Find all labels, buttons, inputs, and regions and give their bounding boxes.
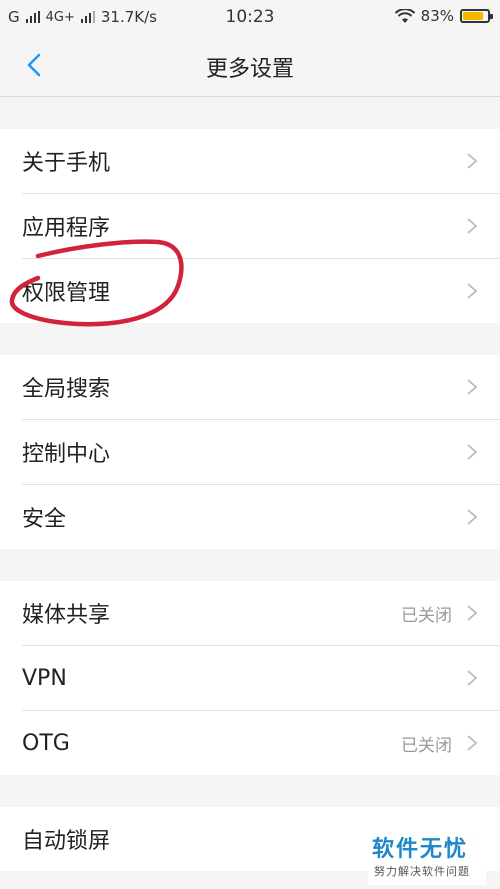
settings-item-label: 权限管理	[22, 281, 111, 306]
settings-item-applications[interactable]: 应用程序	[22, 194, 500, 259]
settings-item-vpn[interactable]: VPN	[22, 646, 500, 711]
battery-percent: 83%	[420, 7, 454, 25]
settings-item-about-phone[interactable]: 关于手机	[22, 129, 500, 194]
settings-item-security[interactable]: 安全	[22, 485, 500, 549]
settings-item-status: 已关闭	[401, 735, 452, 756]
settings-item-media-sharing[interactable]: 媒体共享 已关闭	[22, 581, 500, 646]
chevron-right-icon	[467, 379, 478, 395]
settings-item-label: 应用程序	[22, 216, 111, 241]
settings-item-label: OTG	[22, 730, 70, 756]
chevron-right-icon	[467, 218, 478, 234]
status-bar-right: 83%	[394, 7, 493, 25]
settings-item-control-center[interactable]: 控制中心	[22, 420, 500, 485]
settings-item-global-search[interactable]: 全局搜索	[22, 355, 500, 420]
settings-item-label: 控制中心	[22, 442, 111, 467]
settings-item-label: 关于手机	[22, 151, 111, 176]
settings-group: 全局搜索 控制中心 安全	[0, 355, 500, 549]
settings-item-label: 安全	[22, 507, 67, 532]
settings-item-label: 全局搜索	[22, 377, 111, 402]
chevron-right-icon	[467, 735, 478, 751]
settings-list: 关于手机 应用程序 权限管理 全局搜索 控制中心 安全 媒体共享 已关闭 VPN…	[0, 97, 500, 871]
battery-icon	[460, 9, 493, 23]
wifi-icon	[394, 8, 415, 23]
settings-item-permissions[interactable]: 权限管理	[22, 259, 500, 323]
page-title: 更多设置	[205, 57, 294, 82]
watermark-subtitle: 努力解决软件问题	[374, 865, 470, 878]
chevron-right-icon	[467, 670, 478, 686]
chevron-right-icon	[467, 605, 478, 621]
settings-item-otg[interactable]: OTG 已关闭	[22, 711, 500, 775]
watermark-logo: 软件无忧 努力解决软件问题	[368, 829, 486, 885]
settings-item-label: 媒体共享	[22, 603, 111, 628]
chevron-right-icon	[467, 283, 478, 299]
status-bar: G 4G+ 31.7K/s 10:23 83%	[0, 0, 500, 34]
navigation-bar: 更多设置	[0, 34, 500, 97]
settings-group: 关于手机 应用程序 权限管理	[0, 129, 500, 323]
settings-item-label: VPN	[22, 665, 67, 691]
settings-group: 媒体共享 已关闭 VPN OTG 已关闭	[0, 581, 500, 775]
chevron-right-icon	[467, 153, 478, 169]
chevron-right-icon	[467, 509, 478, 525]
chevron-right-icon	[467, 444, 478, 460]
watermark-title: 软件无忧	[372, 837, 469, 862]
settings-item-status: 已关闭	[401, 605, 452, 626]
